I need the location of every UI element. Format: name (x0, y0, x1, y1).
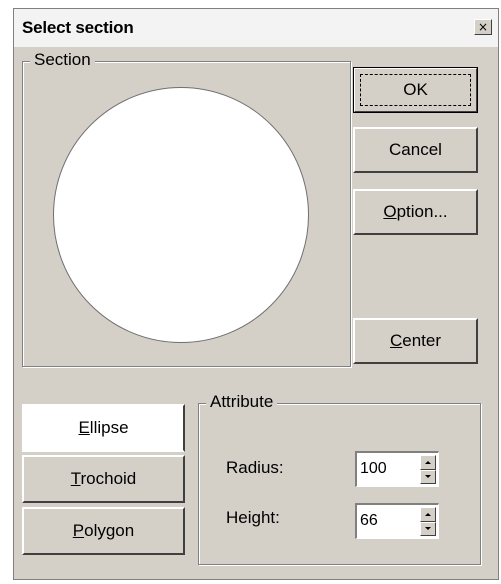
section-legend: Section (30, 50, 95, 70)
shape-tab-polygon[interactable]: Polygon (22, 507, 185, 555)
section-preview-circle (53, 87, 309, 343)
radius-spinbox[interactable] (355, 451, 439, 487)
radius-spin-buttons (420, 455, 436, 484)
close-icon: × (477, 20, 489, 34)
cancel-button-label: Cancel (389, 140, 442, 159)
cancel-button[interactable]: Cancel (353, 127, 478, 173)
option-label-rest: ption... (396, 202, 448, 221)
ok-button[interactable]: OK (353, 67, 478, 113)
shape-tab-label: Trochoid (71, 469, 137, 489)
option-mnemonic: O (383, 202, 397, 221)
shape-tab-trochoid[interactable]: Trochoid (22, 455, 185, 503)
height-spin-down[interactable] (420, 521, 436, 536)
center-button-label: Center (390, 331, 441, 351)
height-spin-buttons (420, 507, 436, 536)
arrow-up-icon (425, 460, 431, 464)
height-spin-up[interactable] (420, 507, 436, 522)
ok-button-label: OK (403, 80, 428, 99)
dialog-title: Select section (22, 18, 134, 37)
ellipse-label-rest: llipse (89, 418, 129, 437)
title-bar[interactable]: Select section × (14, 9, 498, 47)
height-input[interactable] (360, 510, 412, 532)
shape-tab-label: Polygon (73, 521, 134, 541)
trochoid-label-rest: rochoid (80, 469, 137, 488)
radius-spin-down[interactable] (420, 469, 436, 484)
height-spinbox[interactable] (355, 503, 439, 539)
option-button-label: Option... (383, 202, 447, 222)
arrow-down-icon (425, 527, 431, 531)
ellipse-mnemonic: E (78, 418, 90, 437)
attribute-legend: Attribute (206, 392, 278, 412)
arrow-down-icon (425, 475, 431, 479)
radius-label: Radius: (226, 458, 284, 477)
polygon-mnemonic: P (72, 521, 85, 540)
arrow-up-icon (425, 512, 431, 516)
option-button[interactable]: Option... (353, 189, 478, 235)
radius-spin-up[interactable] (420, 455, 436, 470)
trochoid-mnemonic: T (70, 469, 81, 488)
shape-tab-label: Ellipse (78, 418, 128, 438)
center-button[interactable]: Center (353, 318, 478, 364)
shape-tab-ellipse[interactable]: Ellipse (22, 404, 185, 452)
center-mnemonic: C (389, 331, 403, 350)
height-label: Height: (226, 508, 280, 527)
center-label-rest: enter (402, 331, 442, 350)
radius-input[interactable] (360, 458, 412, 480)
polygon-label-rest: olygon (84, 521, 135, 540)
close-button[interactable]: × (474, 19, 492, 35)
